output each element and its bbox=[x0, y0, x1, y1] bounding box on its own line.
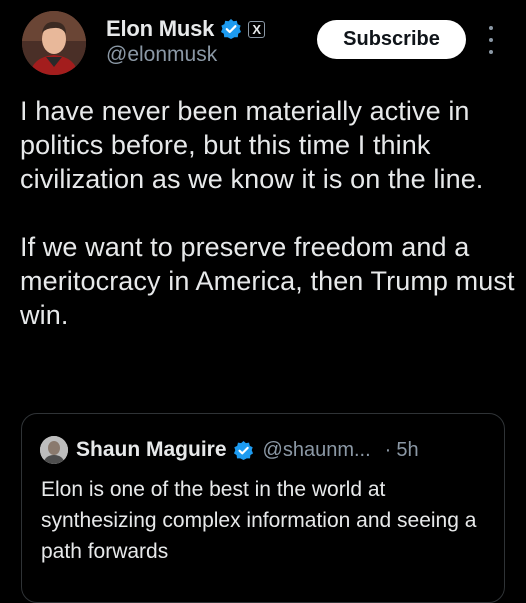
quoted-author-handle[interactable]: @shaunm... bbox=[263, 439, 371, 462]
author-display-name[interactable]: Elon Musk bbox=[106, 16, 214, 42]
more-dot bbox=[489, 26, 493, 30]
author-avatar[interactable] bbox=[22, 11, 86, 75]
x-affiliate-badge-icon: X bbox=[248, 20, 266, 38]
verified-badge-icon bbox=[233, 440, 253, 460]
more-options-icon[interactable] bbox=[485, 26, 497, 54]
quoted-tweet-timestamp[interactable]: 5h bbox=[396, 439, 418, 462]
quoted-tweet-header: Shaun Maguire @shaunm... · 5h bbox=[40, 436, 419, 464]
quoted-author-avatar[interactable] bbox=[40, 436, 68, 464]
quoted-tweet-text: Elon is one of the best in the world at … bbox=[41, 478, 477, 563]
post: Elon Musk X @elonmusk Subscribe I have n… bbox=[0, 0, 526, 603]
author-name-row: Elon Musk X bbox=[106, 15, 266, 43]
separator-dot: · bbox=[384, 438, 392, 461]
more-dot bbox=[489, 38, 493, 42]
tweet-paragraph: I have never been materially active in p… bbox=[20, 96, 484, 194]
quoted-tweet-card[interactable]: Shaun Maguire @shaunm... · 5h Elon is on… bbox=[21, 413, 505, 603]
verified-badge-icon bbox=[221, 19, 242, 39]
tweet-text: I have never been materially active in p… bbox=[20, 94, 520, 332]
more-dot bbox=[489, 50, 493, 54]
subscribe-button[interactable]: Subscribe bbox=[317, 20, 466, 59]
author-handle[interactable]: @elonmusk bbox=[106, 43, 217, 67]
quoted-author-name[interactable]: Shaun Maguire bbox=[76, 438, 227, 462]
tweet-paragraph: If we want to preserve freedom and a mer… bbox=[20, 232, 515, 330]
